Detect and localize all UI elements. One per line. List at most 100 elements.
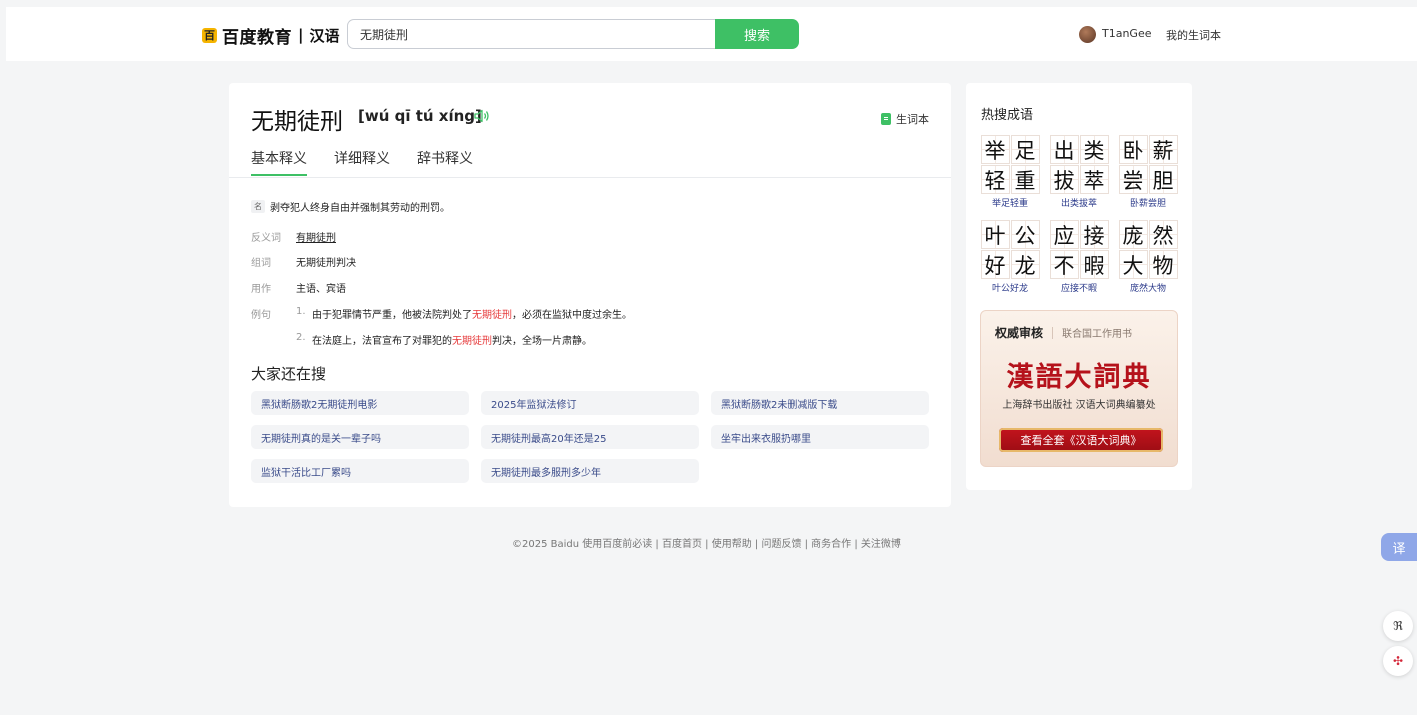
- also-search-item[interactable]: 无期徒刑真的是关一辈子吗: [251, 425, 469, 449]
- idiom-char: 暇: [1079, 250, 1109, 279]
- also-search-item[interactable]: 坐牢出来衣服扔哪里: [711, 425, 929, 449]
- also-search-item[interactable]: 黑狱断肠歌2无期徒刑电影: [251, 391, 469, 415]
- example-text-after: 判决，全场一片肃静。: [492, 336, 592, 347]
- view-dictionary-button[interactable]: 查看全套《汉语大词典》: [999, 428, 1163, 452]
- also-search-title: 大家还在搜: [251, 365, 327, 383]
- promo-head-sub: 联合国工作用书: [1062, 329, 1133, 340]
- entry-word: 无期徒刑: [251, 109, 343, 135]
- hot-idioms-title: 热搜成语: [981, 108, 1034, 123]
- baidu-education-logo[interactable]: 百 百度教育 | 汉语: [202, 24, 340, 48]
- idiom-card[interactable]: 卧 薪 尝 胆 卧薪尝胆: [1118, 135, 1178, 209]
- example-text-before: 由于犯罪情节严重，他被法院判处了: [312, 310, 472, 321]
- idiom-card[interactable]: 举 足 轻 重 举足轻重: [980, 135, 1040, 209]
- search-button[interactable]: 搜索: [715, 19, 799, 49]
- example-text-after: ，必须在监狱中度过余生。: [512, 310, 632, 321]
- tab-divider: [229, 177, 951, 178]
- idiom-char: 庞: [1118, 220, 1148, 249]
- logo-text: 百度教育: [222, 27, 292, 48]
- phrase-label: 组词: [251, 258, 271, 269]
- example-highlight: 无期徒刑: [452, 336, 492, 347]
- idiom-char: 轻: [980, 165, 1010, 194]
- tab-basic[interactable]: 基本释义: [251, 148, 307, 176]
- example-1: 1. 由于犯罪情节严重，他被法院判处了 无期徒刑 ，必须在监狱中度过余生。: [296, 306, 632, 321]
- definition-text: 剥夺犯人终身自由并强制其劳动的刑罚。: [270, 203, 450, 214]
- language-tool-icon[interactable]: ℜ: [1383, 611, 1413, 641]
- pos-tag: 名: [251, 200, 265, 213]
- tab-detailed[interactable]: 详细释义: [334, 148, 390, 176]
- user-name[interactable]: T1anGee: [1102, 27, 1152, 40]
- idiom-char: 物: [1148, 250, 1178, 279]
- example-label: 例句: [251, 310, 271, 321]
- entry-card: 无期徒刑 [wú qī tú xíng] 生词本 基本释义 详细释义 辞书释义 …: [229, 83, 951, 507]
- my-vocab-link[interactable]: 我的生词本: [1166, 27, 1221, 43]
- example-number: 2.: [296, 332, 306, 343]
- hot-idioms-card: 热搜成语 举 足 轻 重 举足轻重 出 类 拔 萃 出类拔萃 卧 薪 尝 胆 卧…: [966, 83, 1192, 490]
- promo-head-bold: 权威审核: [995, 326, 1044, 340]
- idiom-char: 不: [1049, 250, 1079, 279]
- idiom-char: 萃: [1079, 165, 1109, 194]
- add-vocab-button[interactable]: 生词本: [881, 111, 929, 127]
- idiom-char: 胆: [1148, 165, 1178, 194]
- usage-row: 用作 主语、宾语: [251, 280, 346, 295]
- idiom-char: 然: [1148, 220, 1178, 249]
- antonym-link[interactable]: 有期徒刑: [296, 229, 336, 244]
- page-footer: ©2025 Baidu 使用百度前必读 | 百度首页 | 使用帮助 | 问题反馈…: [512, 539, 901, 550]
- idiom-card[interactable]: 出 类 拔 萃 出类拔萃: [1049, 135, 1109, 209]
- dictionary-promo[interactable]: 权威审核 联合国工作用书 漢語大詞典 上海辞书出版社 汉语大词典编纂处 查看全套…: [980, 310, 1178, 467]
- idiom-label[interactable]: 庞然大物: [1118, 281, 1178, 294]
- promo-publisher: 上海辞书出版社 汉语大词典编纂处: [1002, 400, 1156, 411]
- idiom-label[interactable]: 叶公好龙: [980, 281, 1040, 294]
- ai-assistant-icon[interactable]: ✣: [1383, 646, 1413, 676]
- idiom-char: 大: [1118, 250, 1148, 279]
- idiom-char: 叶: [980, 220, 1010, 249]
- idiom-label[interactable]: 应接不暇: [1049, 281, 1109, 294]
- example-label-row: 例句: [251, 306, 296, 321]
- example-highlight: 无期徒刑: [472, 310, 512, 321]
- also-search-item[interactable]: 无期徒刑最高20年还是25: [481, 425, 699, 449]
- search-input[interactable]: 无期徒刑: [347, 19, 715, 49]
- tab-dictionary[interactable]: 辞书释义: [417, 148, 473, 176]
- idiom-char: 接: [1079, 220, 1109, 249]
- add-vocab-label: 生词本: [896, 113, 929, 126]
- phrase-value: 无期徒刑判决: [296, 258, 356, 269]
- logo-icon: 百: [202, 27, 217, 43]
- sound-icon[interactable]: [474, 109, 490, 123]
- idiom-label[interactable]: 出类拔萃: [1049, 196, 1109, 209]
- avatar[interactable]: [1079, 26, 1096, 43]
- example-2: 2. 在法庭上，法官宣布了对罪犯的 无期徒刑 判决，全场一片肃静。: [296, 332, 592, 347]
- definition-tabs: 基本释义 详细释义 辞书释义: [251, 148, 473, 176]
- idiom-char: 出: [1049, 135, 1079, 164]
- logo-separator: |: [298, 26, 304, 44]
- idiom-char: 拔: [1049, 165, 1079, 194]
- idiom-card[interactable]: 叶 公 好 龙 叶公好龙: [980, 220, 1040, 294]
- example-number: 1.: [296, 306, 306, 317]
- idiom-char: 公: [1010, 220, 1040, 249]
- antonym-label: 反义词: [251, 233, 281, 244]
- idiom-label[interactable]: 卧薪尝胆: [1118, 196, 1178, 209]
- idiom-char: 足: [1010, 135, 1040, 164]
- also-search-item[interactable]: 黑狱断肠歌2未删减版下载: [711, 391, 929, 415]
- also-search-item[interactable]: 监狱干活比工厂累吗: [251, 459, 469, 483]
- idiom-char: 类: [1079, 135, 1109, 164]
- idiom-card[interactable]: 应 接 不 暇 应接不暇: [1049, 220, 1109, 294]
- top-header: 百 百度教育 | 汉语 无期徒刑 搜索 T1anGee 我的生词本: [6, 7, 1417, 61]
- idiom-char: 尝: [1118, 165, 1148, 194]
- entry-pinyin: [wú qī tú xíng]: [358, 107, 482, 125]
- usage-value: 主语、宾语: [296, 284, 346, 295]
- logo-subtitle: 汉语: [309, 26, 340, 45]
- definition-line: 名 剥夺犯人终身自由并强制其劳动的刑罚。: [251, 199, 450, 214]
- idiom-char: 好: [980, 250, 1010, 279]
- promo-title: 漢語大詞典: [1006, 362, 1152, 393]
- idiom-char: 举: [980, 135, 1010, 164]
- idiom-label[interactable]: 举足轻重: [980, 196, 1040, 209]
- translate-tool-button[interactable]: 译: [1381, 533, 1417, 561]
- idiom-char: 薪: [1148, 135, 1178, 164]
- idiom-char: 重: [1010, 165, 1040, 194]
- also-search-item[interactable]: 无期徒刑最多服刑多少年: [481, 459, 699, 483]
- example-text-before: 在法庭上，法官宣布了对罪犯的: [312, 336, 452, 347]
- also-search-item[interactable]: 2025年监狱法修订: [481, 391, 699, 415]
- idiom-char: 卧: [1118, 135, 1148, 164]
- idiom-char: 龙: [1010, 250, 1040, 279]
- phrase-row: 组词 无期徒刑判决: [251, 254, 356, 269]
- idiom-card[interactable]: 庞 然 大 物 庞然大物: [1118, 220, 1178, 294]
